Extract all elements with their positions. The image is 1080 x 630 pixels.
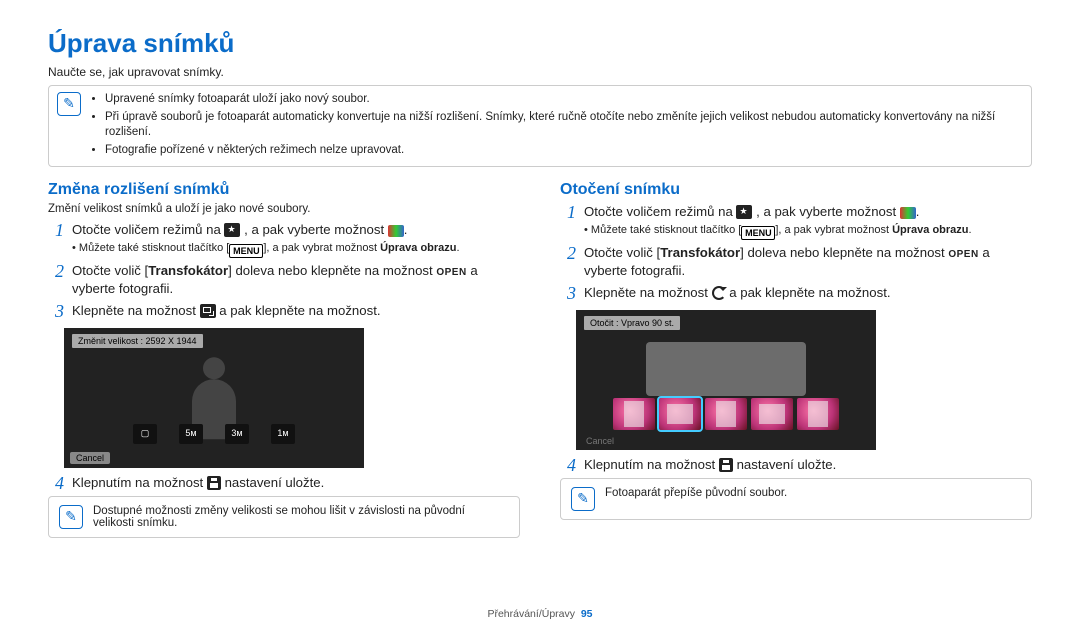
bold-term: Úprava obrazu xyxy=(892,224,968,236)
resize-icon xyxy=(200,304,216,318)
page-subtitle: Naučte se, jak upravovat snímky. xyxy=(48,65,1032,79)
rotate-note-text: Fotoaparát přepíše původní soubor. xyxy=(605,487,787,511)
step-text: Klepnutím na možnost xyxy=(72,475,207,490)
top-info-box: Upravené snímky fotoaparát uloží jako no… xyxy=(48,85,1032,167)
step-number: 1 xyxy=(560,203,576,240)
mock-cancel-button: Cancel xyxy=(582,435,618,447)
bold-term: Úprava obrazu xyxy=(380,242,456,254)
step-text: Klepněte na možnost xyxy=(584,285,712,300)
palette-icon xyxy=(900,207,916,219)
step-text: Otočte voličem režimů na xyxy=(72,222,224,237)
note-icon xyxy=(571,487,595,511)
mock-size-option: 5м xyxy=(179,424,203,444)
col-rotate: Otočení snímku 1 Otočte voličem režimů n… xyxy=(560,175,1032,545)
mode-dial-icon xyxy=(224,223,240,237)
rotate-step-2: 2 Otočte volič [Transfokátor] doleva neb… xyxy=(560,244,1032,280)
menu-button-icon: MENU xyxy=(741,226,775,240)
open-label: OPEN xyxy=(948,249,978,260)
resize-step-2: 2 Otočte volič [Transfokátor] doleva neb… xyxy=(48,262,520,298)
mock-screen-resize: Změnit velikost : 2592 X 1944 ▢ 5м 3м 1м… xyxy=(64,328,364,468)
mock-size-option: 3м xyxy=(225,424,249,444)
top-note: Fotografie pořízené v některých režimech… xyxy=(105,143,1023,159)
step-subtext: ], a pak vybrat možnost xyxy=(775,224,892,236)
menu-button-icon: MENU xyxy=(229,244,263,258)
step-text: nastavení uložte. xyxy=(737,457,837,472)
col-resize: Změna rozlišení snímků Změní velikost sn… xyxy=(48,175,520,545)
open-label: OPEN xyxy=(436,267,466,278)
step-number: 2 xyxy=(560,244,576,280)
step-text: a pak klepněte na možnost. xyxy=(219,303,380,318)
step-text: Otočte volič [ xyxy=(584,245,660,260)
mock-rotate-option xyxy=(797,398,839,430)
step-text: , a pak vyberte možnost xyxy=(756,204,900,219)
step-text: ] doleva nebo klepněte na možnost xyxy=(228,263,436,278)
rotate-step-4: 4 Klepnutím na možnost nastavení uložte. xyxy=(560,456,1032,474)
step-text: Klepnutím na možnost xyxy=(584,457,719,472)
step-text: a pak klepněte na možnost. xyxy=(729,285,890,300)
step-number: 4 xyxy=(48,474,64,492)
footer-page-number: 95 xyxy=(581,608,593,620)
rotate-note-box: Fotoaparát přepíše původní soubor. xyxy=(560,478,1032,520)
mock-rotate-option-selected xyxy=(659,398,701,430)
page-title: Úprava snímků xyxy=(48,28,1032,59)
top-notes-list: Upravené snímky fotoaparát uloží jako no… xyxy=(91,92,1023,160)
step-subtext: Můžete také stisknout tlačítko [ xyxy=(591,224,741,236)
mock-chip-label: Změnit velikost : 2592 X 1944 xyxy=(72,334,203,348)
mode-dial-icon xyxy=(736,205,752,219)
step-number: 3 xyxy=(560,284,576,302)
step-text: Otočte volič [ xyxy=(72,263,148,278)
note-icon xyxy=(57,92,81,116)
mock-rotate-option xyxy=(751,398,793,430)
top-note: Upravené snímky fotoaparát uloží jako no… xyxy=(105,92,1023,108)
mock-size-option: ▢ xyxy=(133,424,157,444)
mock-cancel-button: Cancel xyxy=(70,452,110,464)
footer-path: Přehrávání/Úpravy xyxy=(487,608,575,620)
rotate-icon xyxy=(712,286,726,300)
mock-rotate-option xyxy=(705,398,747,430)
note-icon xyxy=(59,505,83,529)
step-text: ] doleva nebo klepněte na možnost xyxy=(740,245,948,260)
resize-step-1: 1 Otočte voličem režimů na , a pak vyber… xyxy=(48,221,520,258)
step-number: 4 xyxy=(560,456,576,474)
rotate-step-1: 1 Otočte voličem režimů na , a pak vyber… xyxy=(560,203,1032,240)
section-heading-resize: Změna rozlišení snímků xyxy=(48,181,520,199)
step-subtext: ], a pak vybrat možnost xyxy=(263,242,380,254)
mock-chip-label: Otočit : Vpravo 90 st. xyxy=(584,316,680,330)
step-number: 1 xyxy=(48,221,64,258)
step-text: Otočte voličem režimů na xyxy=(584,204,736,219)
step-number: 3 xyxy=(48,302,64,320)
mock-rotate-option xyxy=(613,398,655,430)
mock-size-option: 1м xyxy=(271,424,295,444)
save-icon xyxy=(207,476,221,490)
mock-screen-rotate: Otočit : Vpravo 90 st. Cancel xyxy=(576,310,876,450)
resize-step-4: 4 Klepnutím na možnost nastavení uložte. xyxy=(48,474,520,492)
bold-term: Transfokátor xyxy=(148,263,228,278)
resize-note-text: Dostupné možnosti změny velikosti se moh… xyxy=(93,505,509,529)
resize-intro: Změní velikost snímků a uloží je jako no… xyxy=(48,203,520,215)
step-text: , a pak vyberte možnost xyxy=(244,222,388,237)
resize-step-3: 3 Klepněte na možnost a pak klepněte na … xyxy=(48,302,520,320)
palette-icon xyxy=(388,225,404,237)
step-subtext: Můžete také stisknout tlačítko [ xyxy=(79,242,229,254)
section-heading-rotate: Otočení snímku xyxy=(560,181,1032,199)
step-number: 2 xyxy=(48,262,64,298)
page-footer: Přehrávání/Úpravy 95 xyxy=(0,608,1080,620)
resize-note-box: Dostupné možnosti změny velikosti se moh… xyxy=(48,496,520,538)
rotate-step-3: 3 Klepněte na možnost a pak klepněte na … xyxy=(560,284,1032,302)
step-text: nastavení uložte. xyxy=(225,475,325,490)
save-icon xyxy=(719,458,733,472)
bold-term: Transfokátor xyxy=(660,245,740,260)
step-text: Klepněte na možnost xyxy=(72,303,200,318)
top-note: Při úpravě souborů je fotoaparát automat… xyxy=(105,110,1023,141)
